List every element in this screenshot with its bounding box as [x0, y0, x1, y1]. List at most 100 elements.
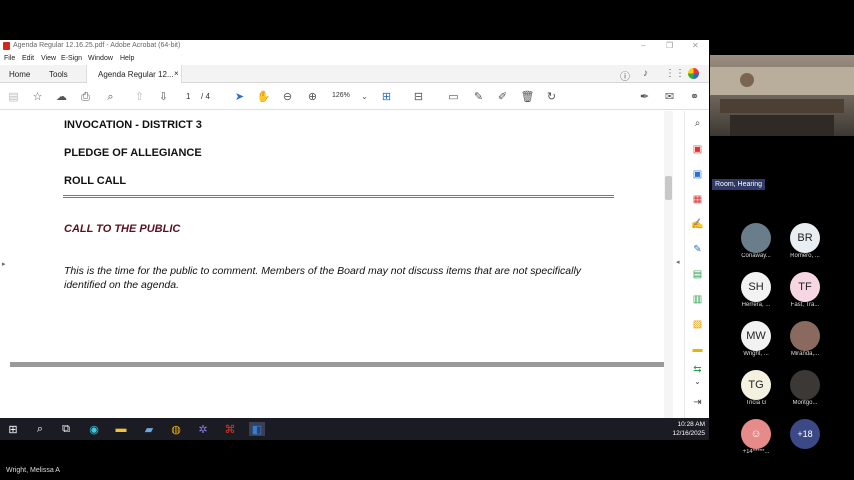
chevron-down-icon[interactable]: ⌄	[358, 91, 371, 103]
chrome-browser-icon[interactable]: ◍	[168, 422, 184, 436]
more-participants-button[interactable]: +18	[779, 419, 831, 467]
menu-file[interactable]: File	[4, 55, 15, 62]
select-cursor-icon[interactable]: ➤	[233, 91, 246, 103]
participant-name: Romero, ...	[790, 253, 820, 259]
rotate-icon[interactable]: ↻	[545, 91, 558, 103]
next-page-icon[interactable]: ⇩	[157, 91, 170, 103]
highlight-pen-icon[interactable]: ✎	[472, 91, 485, 103]
bookmark-star-icon[interactable]: ☆	[31, 91, 44, 103]
participant-tile[interactable]: Montgo...	[779, 370, 831, 418]
heading-invocation: INVOCATION - DISTRICT 3	[64, 119, 202, 131]
window-title: Agenda Regular 12.16.25.pdf - Adobe Acro…	[13, 42, 181, 49]
participant-tile[interactable]: TF Fast, Tra...	[779, 272, 831, 320]
scrollbar-thumb[interactable]	[665, 176, 672, 200]
outlook-app-icon[interactable]: ◧	[249, 422, 265, 436]
participant-tile[interactable]: Conaway...	[730, 223, 782, 271]
minimize-button[interactable]: –	[641, 41, 645, 50]
enhance-scan-icon[interactable]: ▤	[691, 268, 704, 280]
hand-tool-icon[interactable]: ✋	[257, 91, 271, 103]
tab-document-label: Agenda Regular 12...	[98, 70, 174, 79]
comment-pane-icon[interactable]: ▬	[691, 343, 704, 355]
more-participants-count: +18	[790, 419, 820, 449]
participant-initials: TF	[790, 272, 820, 302]
taskbar-search-icon[interactable]: ⌕	[32, 422, 48, 436]
zoom-out-icon[interactable]: ⊖	[281, 91, 294, 103]
comment-icon[interactable]: ▭	[447, 91, 460, 103]
sign-icon[interactable]: ✒	[638, 91, 651, 103]
tools-search-icon[interactable]: ⌕	[691, 117, 704, 129]
restore-button[interactable]: ❐	[666, 41, 673, 50]
bell-icon[interactable]: ♪	[643, 68, 648, 79]
participant-name: Miranda,...	[790, 351, 820, 357]
participant-tile[interactable]: BR Romero, ...	[779, 223, 831, 271]
vertical-scrollbar[interactable]	[664, 111, 673, 418]
participant-tile[interactable]: ☺ +14*****...	[730, 419, 782, 467]
search-icon[interactable]: ⌕	[104, 91, 117, 103]
previous-page-icon[interactable]: ⇧	[133, 91, 146, 103]
menu-esign[interactable]: E-Sign	[61, 55, 82, 62]
document-app-icon[interactable]: ▰	[141, 422, 157, 436]
close-tab-icon[interactable]: ×	[174, 69, 179, 78]
acrobat-taskbar-icon[interactable]: ⌘	[222, 422, 238, 436]
participant-name: +14*****...	[742, 449, 770, 455]
edit-pdf-icon[interactable]: ✎	[691, 243, 704, 255]
edge-browser-icon[interactable]: ◉	[86, 422, 102, 436]
participant-photo	[790, 321, 820, 351]
participant-initials: MW	[741, 321, 771, 351]
close-window-button[interactable]: ✕	[692, 41, 699, 50]
more-tools-icon[interactable]: ⇆	[691, 363, 704, 375]
tab-tools[interactable]: Tools	[49, 70, 68, 79]
export-pdf-icon[interactable]: ▣	[691, 143, 704, 155]
tab-home[interactable]: Home	[9, 70, 30, 79]
room-camera-video	[710, 55, 854, 136]
tab-document[interactable]: Agenda Regular 12... ×	[86, 65, 182, 83]
expand-more-icon[interactable]: ⌄	[691, 375, 704, 387]
menu-bar: File Edit View E-Sign Window Help	[0, 53, 709, 64]
collapse-pane-icon[interactable]: ⇥	[691, 396, 704, 408]
task-view-icon[interactable]: ⧉	[58, 422, 74, 436]
page-fit-icon[interactable]: ⊞	[380, 91, 393, 103]
participant-tile[interactable]: SH Herrera, ...	[730, 272, 782, 320]
menu-view[interactable]: View	[41, 55, 56, 62]
left-pane-toggle-icon[interactable]: ▸	[2, 260, 6, 268]
heading-roll-call: ROLL CALL	[64, 175, 127, 187]
save-icon[interactable]: ▤	[7, 91, 20, 103]
participant-tile[interactable]: MW Wright, ...	[730, 321, 782, 369]
zoom-level-select[interactable]: 126%	[332, 92, 350, 99]
help-icon[interactable]: ⓘ	[620, 68, 630, 83]
tab-bar: Home Tools Agenda Regular 12... × ⓘ ♪ ⋮⋮	[0, 65, 709, 83]
menu-help[interactable]: Help	[120, 55, 134, 62]
combine-icon[interactable]: ▧	[691, 318, 704, 330]
menu-edit[interactable]: Edit	[22, 55, 34, 62]
apps-grid-icon[interactable]: ⋮⋮	[665, 68, 685, 79]
participant-avatar-icon: ☺	[741, 419, 771, 449]
participant-initials: BR	[790, 223, 820, 253]
participant-tile[interactable]: TG Tricia G	[730, 370, 782, 418]
room-name-label: Room, Hearing	[712, 179, 766, 190]
upload-cloud-icon[interactable]: ☁	[55, 91, 68, 103]
account-avatar-icon[interactable]	[688, 68, 699, 79]
participant-name: Tricia G	[745, 400, 767, 406]
right-pane-collapse-icon[interactable]: ◂	[676, 258, 680, 266]
delete-icon[interactable]: 🗑	[521, 91, 535, 103]
mail-icon[interactable]: ✉	[663, 91, 676, 103]
scroll-mode-icon[interactable]: ⊟	[412, 91, 425, 103]
draw-icon[interactable]: ✐	[496, 91, 509, 103]
fill-sign-icon[interactable]: ✍	[691, 218, 704, 230]
compress-icon[interactable]: ▥	[691, 293, 704, 305]
participant-tile[interactable]: Miranda,...	[779, 321, 831, 369]
start-windows-icon[interactable]: ⊞	[5, 422, 21, 436]
print-icon[interactable]: ⎙	[79, 91, 92, 103]
create-pdf-icon[interactable]: ▣	[691, 168, 704, 180]
page-number-input[interactable]: 1	[186, 92, 190, 101]
participant-name: Fast, Tra...	[790, 302, 820, 308]
file-explorer-icon[interactable]: ▬	[113, 422, 129, 436]
section-divider	[63, 195, 614, 198]
zoom-in-icon[interactable]: ⊕	[306, 91, 319, 103]
organize-pages-icon[interactable]: ▦	[691, 193, 704, 205]
teams-app-icon[interactable]: ✲	[195, 422, 211, 436]
share-link-icon[interactable]: ⚭	[688, 91, 701, 103]
system-clock[interactable]: 10:28 AM 12/16/2025	[672, 420, 705, 438]
acrobat-window: Agenda Regular 12.16.25.pdf - Adobe Acro…	[0, 40, 709, 418]
menu-window[interactable]: Window	[88, 55, 113, 62]
